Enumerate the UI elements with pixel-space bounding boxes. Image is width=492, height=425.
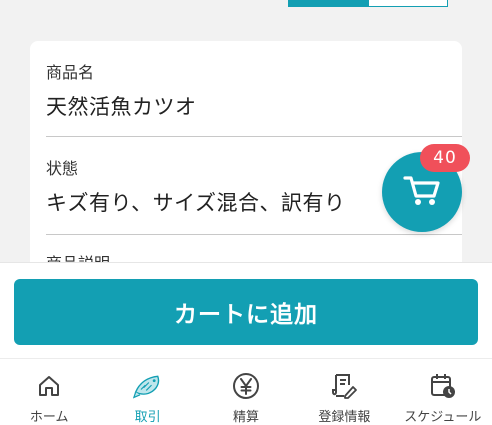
cart-count-badge: 40: [420, 144, 470, 172]
fish-icon: [132, 371, 163, 401]
registration-icon: [329, 371, 359, 401]
tab-trade-label: 取引: [134, 410, 161, 425]
product-name-label: 商品名: [46, 63, 95, 82]
cart-icon: [402, 172, 442, 212]
divider: [46, 234, 462, 235]
segment-tab-inactive[interactable]: [368, 0, 448, 7]
add-to-cart-button[interactable]: カートに追加: [14, 279, 478, 345]
tab-settlement-label: 精算: [233, 410, 260, 425]
tab-schedule[interactable]: スケジュール: [394, 359, 492, 425]
tab-trade[interactable]: 取引: [98, 359, 196, 425]
segment-tab-active[interactable]: [288, 0, 368, 7]
product-name-field: 商品名 天然活魚カツオ: [46, 59, 462, 121]
product-name-value: 天然活魚カツオ: [46, 95, 197, 119]
tab-settlement[interactable]: 精算: [197, 359, 295, 425]
tab-schedule-label: スケジュール: [404, 410, 482, 425]
tab-home-label: ホーム: [29, 410, 69, 425]
yen-icon: [231, 371, 261, 401]
bottom-tab-bar: ホーム 取引 精算 登録情報 スケジュール: [0, 358, 492, 425]
tab-registration[interactable]: 登録情報: [295, 359, 393, 425]
add-to-cart-area: カートに追加: [0, 262, 492, 358]
tab-registration-label: 登録情報: [318, 410, 371, 425]
home-icon: [34, 371, 64, 401]
divider: [46, 136, 462, 137]
calendar-icon: [428, 371, 458, 401]
tab-home[interactable]: ホーム: [0, 359, 98, 425]
top-header-remnant: [0, 0, 492, 8]
